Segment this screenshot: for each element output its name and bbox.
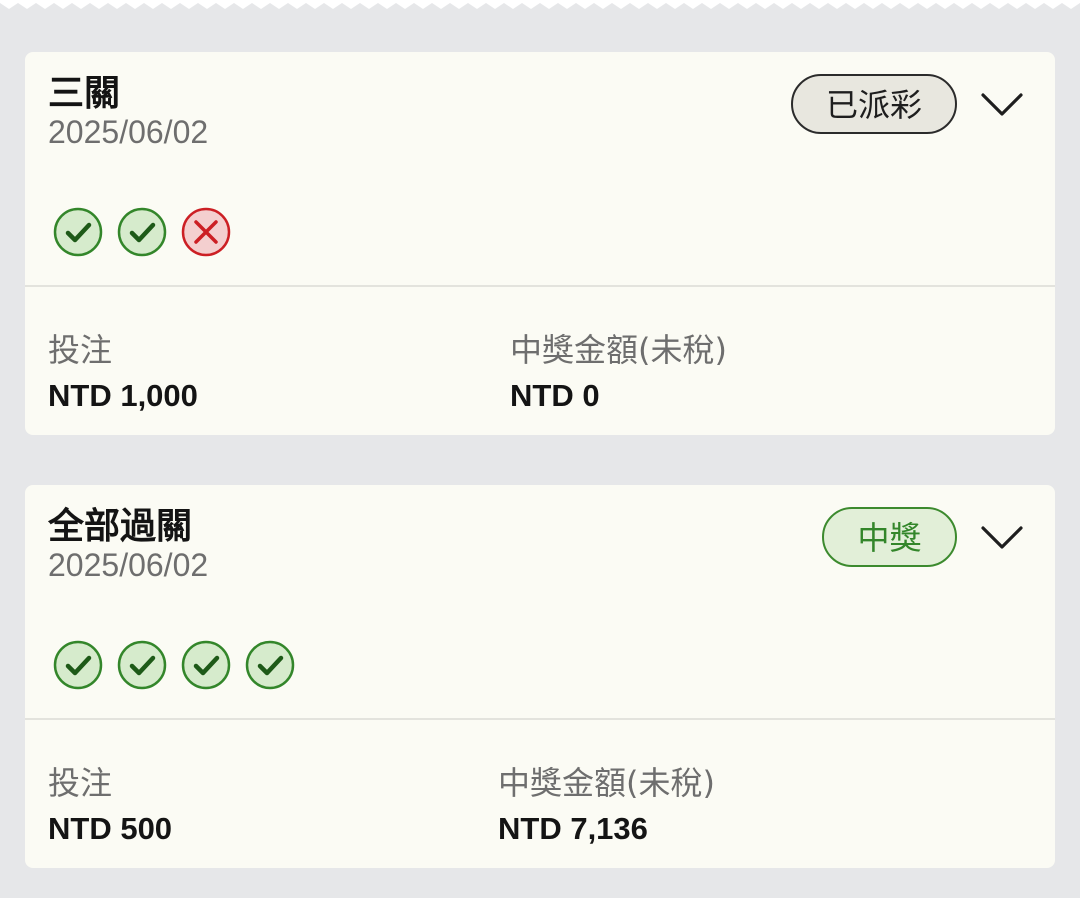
bet-type-title: 全部過關 [48, 506, 193, 547]
bet-card[interactable]: 三關 2025/06/02 已派彩 投注 NTD 1,000 中獎金額(未稅) … [25, 52, 1055, 435]
status-badge: 已派彩 [791, 74, 957, 134]
win-check-icon [245, 640, 295, 690]
bet-card[interactable]: 全部過關 2025/06/02 中獎 投注 NTD 500 中獎金額(未稅) N… [25, 485, 1055, 868]
win-check-icon [53, 640, 103, 690]
bet-type-title: 三關 [48, 73, 121, 114]
win-check-icon [181, 640, 231, 690]
status-badge: 中獎 [822, 507, 957, 567]
bet-date: 2025/06/02 [48, 547, 209, 583]
stake-label: 投注 [48, 764, 113, 802]
ticket-torn-edge [0, 0, 1080, 9]
divider [25, 718, 1055, 720]
payout-value: NTD 0 [510, 378, 600, 413]
bet-date: 2025/06/02 [48, 114, 209, 150]
stake-value: NTD 1,000 [48, 378, 198, 413]
stake-label: 投注 [48, 331, 113, 369]
payout-value: NTD 7,136 [498, 811, 648, 846]
chevron-down-icon[interactable] [980, 525, 1024, 551]
divider [25, 285, 1055, 287]
win-check-icon [53, 207, 103, 257]
win-check-icon [117, 640, 167, 690]
loss-cross-icon [181, 207, 231, 257]
stake-value: NTD 500 [48, 811, 173, 846]
payout-label: 中獎金額(未稅) [498, 764, 715, 802]
payout-label: 中獎金額(未稅) [510, 331, 727, 369]
chevron-down-icon[interactable] [980, 92, 1024, 118]
leg-results [53, 640, 295, 692]
win-check-icon [117, 207, 167, 257]
leg-results [53, 207, 231, 259]
